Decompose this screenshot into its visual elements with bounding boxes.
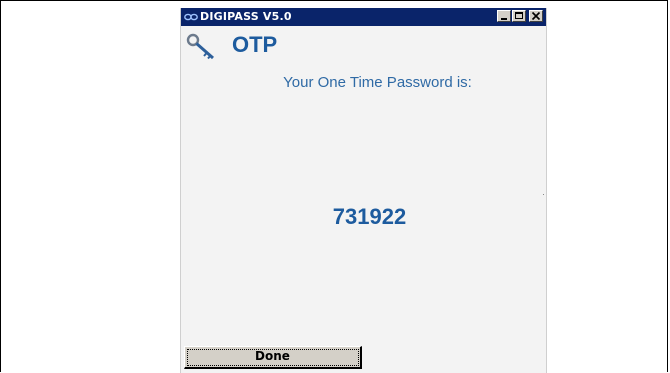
key-icon — [186, 33, 214, 60]
otp-header: OTP — [181, 30, 546, 64]
title-bar[interactable]: DIGIPASS V5.0 — [181, 8, 546, 26]
close-icon — [531, 11, 541, 21]
done-button[interactable]: Done — [184, 346, 362, 369]
close-button[interactable] — [529, 10, 543, 22]
window-title: DIGIPASS V5.0 — [200, 10, 292, 23]
maximize-button[interactable] — [512, 10, 526, 22]
otp-prompt: Your One Time Password is: — [283, 74, 472, 91]
minimize-button[interactable] — [497, 10, 511, 22]
page-title: OTP — [232, 32, 278, 57]
digipass-logo-icon — [184, 13, 198, 21]
otp-value: 731922 — [332, 204, 407, 229]
minimize-icon — [501, 18, 507, 20]
digipass-window: DIGIPASS V5.0 OTP Your One Time Password… — [180, 8, 547, 373]
stray-dot — [543, 194, 544, 195]
maximize-icon — [515, 12, 523, 19]
